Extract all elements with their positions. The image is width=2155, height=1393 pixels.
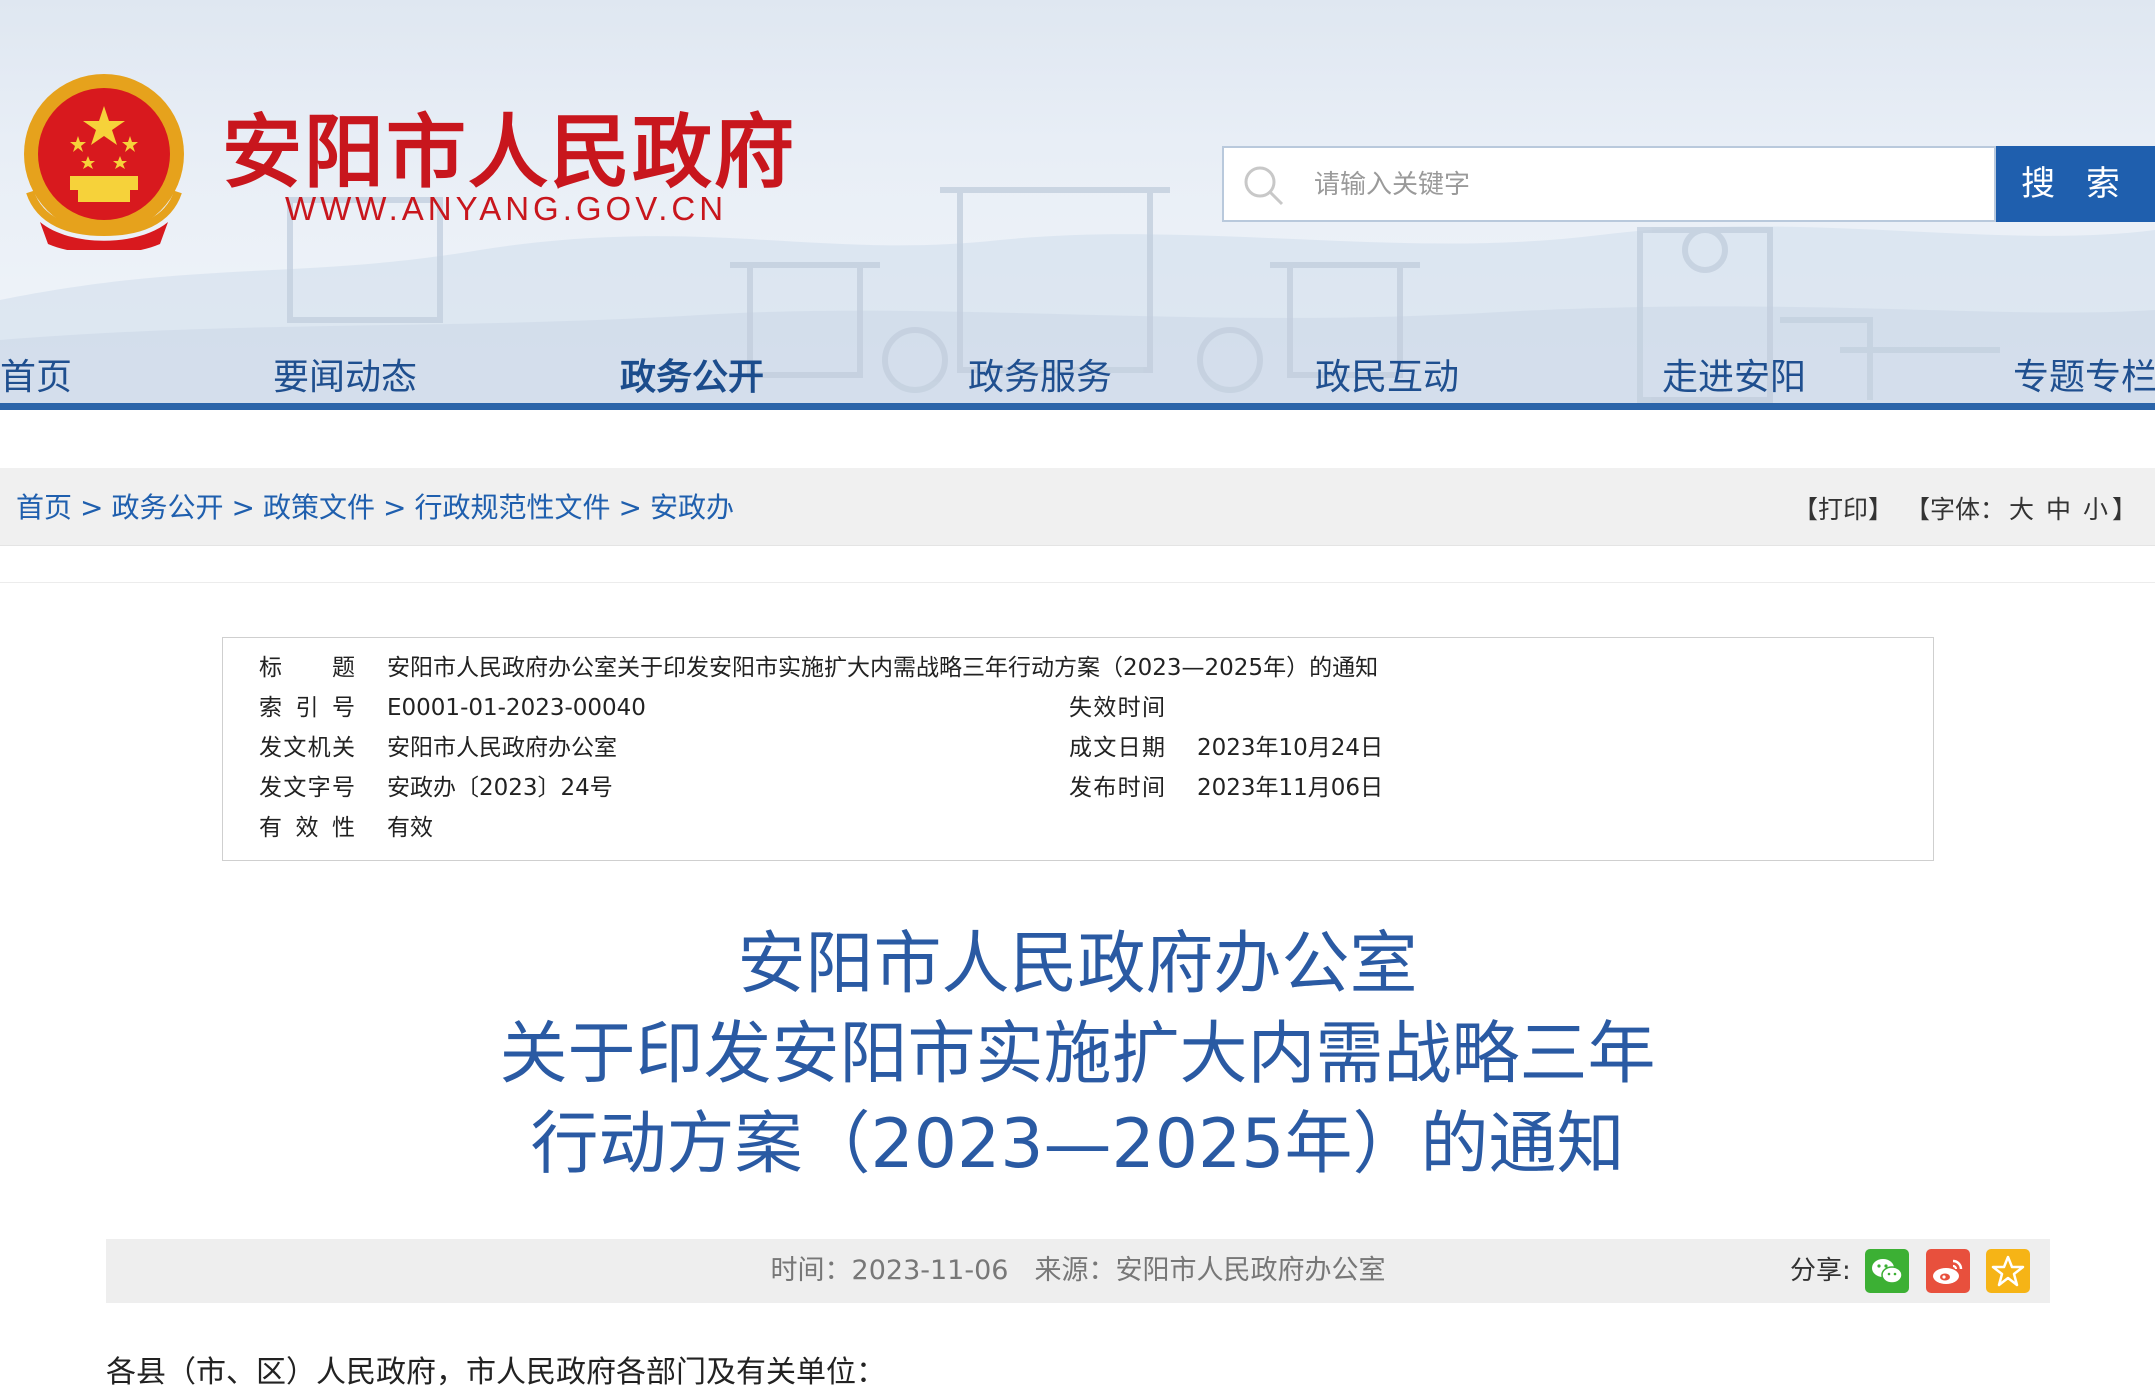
publish-time: 时间：2023-11-06 xyxy=(770,1255,1009,1286)
main-nav: 首页 要闻动态 政务公开 政务服务 政民互动 走进安阳 专题专栏 xyxy=(0,340,2155,400)
document-source: 来源：安阳市人民政府办公室 xyxy=(1034,1255,1386,1286)
breadcrumb-home[interactable]: 首页 xyxy=(16,491,72,524)
nav-item-gov-services[interactable]: 政务服务 xyxy=(968,348,1112,400)
search-button[interactable]: 搜 索 xyxy=(1996,146,2155,222)
font-size-prefix: 【字体： xyxy=(1905,495,2006,524)
meta-label: 发布时间 xyxy=(1069,775,1165,801)
nav-underline-bar xyxy=(0,403,2155,410)
nav-item-gov-affairs-open[interactable]: 政务公开 xyxy=(620,348,764,400)
document-title-line: 关于印发安阳市实施扩大内需战略三年 xyxy=(499,1015,1656,1094)
font-size-suffix: 】 xyxy=(2111,495,2137,524)
meta-row-issuer: 发文机关 安阳市人民政府办公室 成文日期 2023年10月24日 xyxy=(223,728,1933,768)
site-title[interactable]: 安阳市人民政府 xyxy=(222,88,796,204)
meta-value: 安政办〔2023〕24号 xyxy=(387,775,613,801)
font-size-medium[interactable]: 中 xyxy=(2046,495,2071,524)
breadcrumb: 首页 > 政务公开 > 政策文件 > 行政规范性文件 > 安政办 xyxy=(16,486,734,526)
font-size-small[interactable]: 小 xyxy=(2083,495,2108,524)
meta-label: 索引号 xyxy=(259,695,355,721)
document-title: 安阳市人民政府办公室 关于印发安阳市实施扩大内需战略三年 行动方案（2023—2… xyxy=(0,920,2155,1190)
meta-row-title: 标题 安阳市人民政府办公室关于印发安阳市实施扩大内需战略三年行动方案（2023—… xyxy=(223,648,1933,688)
favorite-button[interactable] xyxy=(1986,1249,2030,1293)
nav-item-special-topics[interactable]: 专题专栏 xyxy=(2013,348,2155,400)
share-label: 分享: xyxy=(1790,1256,1851,1286)
breadcrumb-normative-docs[interactable]: 行政规范性文件 xyxy=(414,491,610,524)
star-icon xyxy=(1991,1255,2025,1287)
breadcrumb-separator: > xyxy=(231,491,255,524)
meta-row-docno: 发文字号 安政办〔2023〕24号 发布时间 2023年11月06日 xyxy=(223,768,1933,808)
document-title-line: 行动方案（2023—2025年）的通知 xyxy=(530,1105,1625,1184)
breadcrumb-separator: > xyxy=(382,491,407,524)
meta-row-validity: 有效性 有效 xyxy=(223,808,1933,848)
site-header: 安阳市人民政府 WWW.ANYANG.GOV.CN 搜 索 首页 要闻动态 政务… xyxy=(0,0,2155,410)
breadcrumb-anzhengban[interactable]: 安政办 xyxy=(650,491,734,524)
meta-label: 发文机关 xyxy=(259,735,355,761)
nav-item-news[interactable]: 要闻动态 xyxy=(273,348,417,400)
nav-item-interaction[interactable]: 政民互动 xyxy=(1315,348,1459,400)
print-link[interactable]: 【打印】 xyxy=(1793,495,1893,524)
meta-label: 失效时间 xyxy=(1069,695,1165,721)
breadcrumb-bar: 首页 > 政务公开 > 政策文件 > 行政规范性文件 > 安政办 【打印】 【字体：大 中 小】 xyxy=(0,468,2155,546)
weibo-icon xyxy=(1933,1259,1963,1284)
font-size-large[interactable]: 大 xyxy=(2009,495,2034,524)
meta-row-index: 索引号 E0001-01-2023-00040 失效时间 xyxy=(223,688,1933,728)
meta-value: 2023年10月24日 xyxy=(1197,735,1384,761)
share-wechat-button[interactable] xyxy=(1865,1249,1909,1293)
meta-label: 有效性 xyxy=(259,815,355,841)
document-info-bar: 时间：2023-11-06 来源：安阳市人民政府办公室 分享: xyxy=(106,1239,2050,1303)
breadcrumb-gov-affairs[interactable]: 政务公开 xyxy=(111,491,223,524)
breadcrumb-separator: > xyxy=(618,491,642,524)
national-emblem-logo xyxy=(24,74,184,250)
search-box xyxy=(1222,146,1996,222)
breadcrumb-policy-docs[interactable]: 政策文件 xyxy=(263,491,375,524)
nav-item-about-anyang[interactable]: 走进安阳 xyxy=(1662,348,1806,400)
meta-value: 安阳市人民政府办公室 xyxy=(387,735,617,761)
document-title-line: 安阳市人民政府办公室 xyxy=(737,925,1418,1004)
meta-label: 成文日期 xyxy=(1069,735,1165,761)
search-input[interactable] xyxy=(1314,158,1974,212)
document-salutation: 各县（市、区）人民政府，市人民政府各部门及有关单位： xyxy=(106,1355,886,1390)
meta-value: E0001-01-2023-00040 xyxy=(387,695,646,721)
search-icon xyxy=(1244,166,1284,206)
meta-label: 标题 xyxy=(259,655,355,681)
meta-value: 2023年11月06日 xyxy=(1197,775,1384,801)
nav-item-home[interactable]: 首页 xyxy=(0,348,72,400)
wechat-icon xyxy=(1872,1259,1903,1284)
share-weibo-button[interactable] xyxy=(1926,1249,1970,1293)
divider xyxy=(0,582,2155,583)
site-url: WWW.ANYANG.GOV.CN xyxy=(285,190,728,227)
breadcrumb-separator: > xyxy=(80,491,104,524)
document-metadata-table: 标题 安阳市人民政府办公室关于印发安阳市实施扩大内需战略三年行动方案（2023—… xyxy=(222,637,1934,861)
meta-value: 有效 xyxy=(387,815,433,841)
document-info: 时间：2023-11-06 来源：安阳市人民政府办公室 xyxy=(106,1239,2050,1303)
meta-label: 发文字号 xyxy=(259,775,355,801)
page-tools: 【打印】 【字体：大 中 小】 xyxy=(1791,490,2139,526)
meta-value: 安阳市人民政府办公室关于印发安阳市实施扩大内需战略三年行动方案（2023—202… xyxy=(387,655,1379,681)
